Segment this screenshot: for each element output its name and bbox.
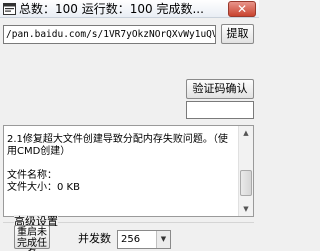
concurrency-select[interactable]: 256 ▼ [117, 230, 171, 249]
scroll-up-arrow-icon[interactable]: ▲ [239, 126, 253, 140]
scroll-down-arrow-icon[interactable]: ▼ [239, 202, 253, 216]
log-scrollbar[interactable]: ▲ ▼ [238, 126, 253, 216]
chevron-down-icon[interactable]: ▼ [156, 231, 170, 248]
scrollbar-thumb[interactable] [240, 170, 252, 196]
app-icon [3, 3, 16, 15]
window-title: 总数：100 运行数：100 完成数... [19, 2, 204, 16]
resume-unfinished-button[interactable]: 重启未完成任务 [14, 225, 50, 251]
close-button[interactable]: ✕ [228, 1, 256, 17]
verify-code-button[interactable]: 验证码确认 [186, 79, 254, 99]
title-bar: 总数：100 运行数：100 完成数... ✕ [0, 0, 259, 18]
log-text: 2.1修复超大文件创建导致分配内存失败问题。（使用CMD创建） 文件名称： 文件… [7, 134, 228, 193]
concurrency-value: 256 [121, 234, 141, 245]
share-url-input[interactable]: /pan.baidu.com/s/1VR7yOkzNOrQXvWy1uQVUbA [3, 25, 216, 44]
verification-code-input[interactable] [186, 101, 254, 119]
fetch-button[interactable]: 提取 [221, 24, 254, 44]
concurrency-label: 并发数 [78, 232, 111, 245]
log-area[interactable]: 2.1修复超大文件创建导致分配内存失败问题。（使用CMD创建） 文件名称： 文件… [3, 125, 254, 217]
